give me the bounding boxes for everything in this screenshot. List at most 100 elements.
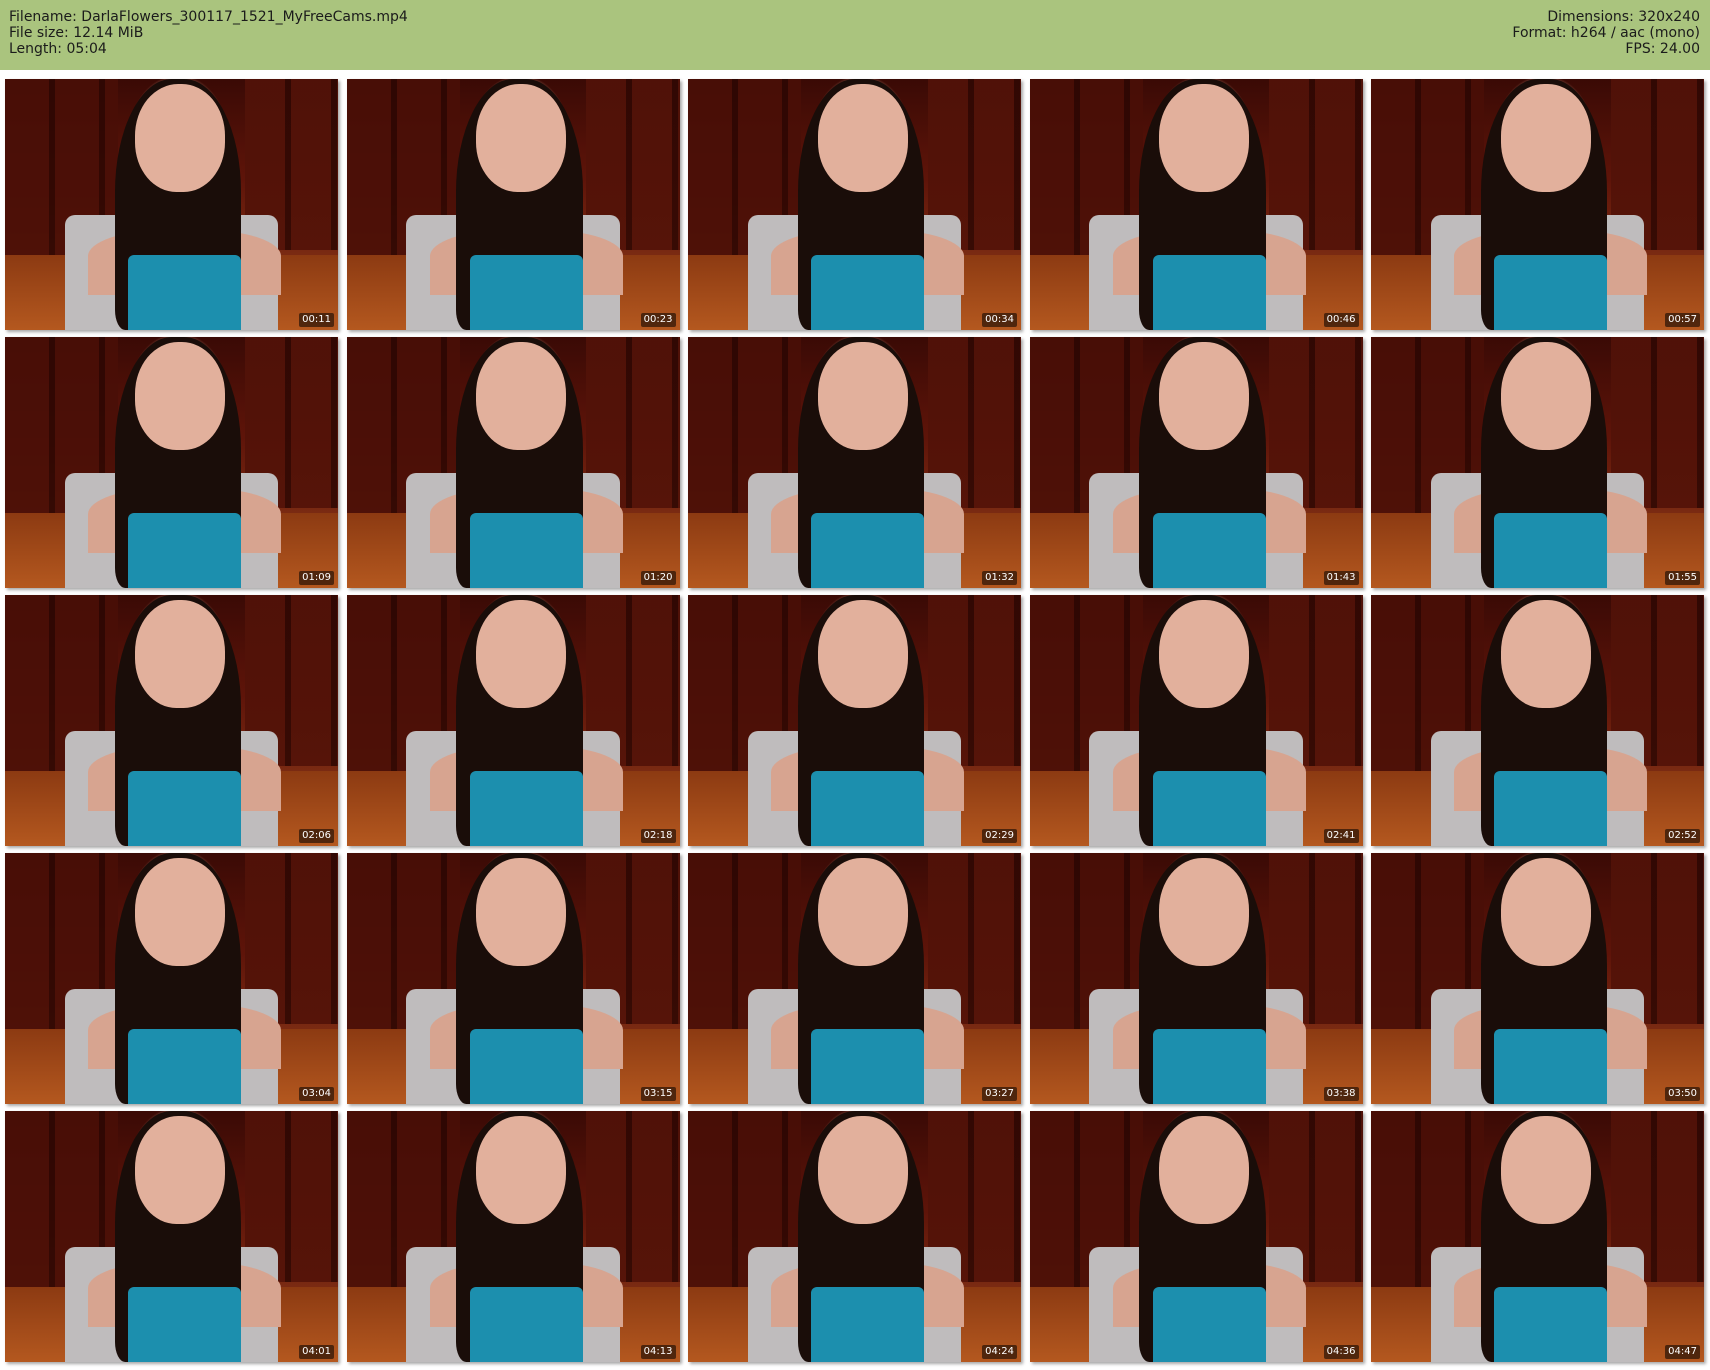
frame-top [469, 770, 583, 846]
timestamp-label: 02:06 [299, 829, 334, 843]
frame-face [1500, 1116, 1591, 1224]
video-frame-thumbnail[interactable]: 03:50 [1371, 853, 1704, 1104]
timestamp-label: 00:57 [1665, 313, 1700, 327]
frame-top [1152, 1028, 1266, 1104]
video-frame-thumbnail[interactable]: 00:57 [1371, 79, 1704, 330]
timestamp-label: 02:52 [1665, 829, 1700, 843]
frame-top [1494, 1028, 1608, 1104]
video-frame-thumbnail[interactable]: 03:04 [5, 853, 338, 1104]
video-frame-thumbnail[interactable]: 03:38 [1029, 853, 1363, 1104]
timestamp-label: 04:01 [299, 1345, 334, 1359]
video-frame-thumbnail[interactable]: 01:43 [1029, 337, 1363, 588]
timestamp-label: 03:38 [1323, 1087, 1359, 1101]
video-frame-thumbnail[interactable]: 00:34 [688, 79, 1021, 330]
timestamp-label: 01:20 [640, 571, 676, 585]
video-frame-thumbnail[interactable]: 00:46 [1029, 79, 1363, 330]
dimensions-label: Dimensions: 320x240 [1547, 9, 1700, 25]
timestamp-label: 00:23 [640, 313, 676, 327]
timestamp-label: 04:47 [1665, 1345, 1700, 1359]
frame-top [811, 254, 925, 330]
video-frame-thumbnail[interactable]: 00:11 [5, 79, 338, 330]
frame-top [1152, 254, 1266, 330]
timestamp-label: 02:29 [982, 829, 1017, 843]
frame-top [1152, 1286, 1266, 1362]
timestamp-label: 02:41 [1323, 829, 1359, 843]
frame-top [1494, 254, 1608, 330]
frame-face [817, 342, 908, 450]
video-frame-thumbnail[interactable]: 01:09 [5, 337, 338, 588]
frame-face [817, 858, 908, 966]
video-frame-thumbnail[interactable]: 04:47 [1371, 1111, 1704, 1362]
timestamp-label: 03:15 [640, 1087, 676, 1101]
frame-face [134, 84, 225, 192]
frame-top [469, 254, 583, 330]
length-label: Length: 05:04 [9, 41, 107, 57]
frame-top [469, 512, 583, 588]
file-size-label: File size: 12.14 MiB [9, 25, 144, 41]
frame-face [476, 342, 567, 450]
frame-top [811, 1286, 925, 1362]
video-frame-thumbnail[interactable]: 02:52 [1371, 595, 1704, 846]
frame-face [817, 600, 908, 708]
video-frame-thumbnail[interactable]: 04:13 [346, 1111, 680, 1362]
frame-top [128, 1028, 242, 1104]
frame-face [1500, 600, 1591, 708]
frame-face [476, 84, 567, 192]
video-frame-thumbnail[interactable]: 01:20 [346, 337, 680, 588]
frame-top [1494, 770, 1608, 846]
video-frame-thumbnail[interactable]: 01:55 [1371, 337, 1704, 588]
video-frame-thumbnail[interactable]: 00:23 [346, 79, 680, 330]
video-frame-thumbnail[interactable]: 04:36 [1029, 1111, 1363, 1362]
video-frame-thumbnail[interactable]: 03:15 [346, 853, 680, 1104]
info-header: Filename: DarlaFlowers_300117_1521_MyFre… [0, 0, 1710, 70]
frame-face [134, 858, 225, 966]
thumbnail-grid: 00:11 00:23 00:34 00:46 00:57 01:09 01:20 01:32… [5, 79, 1705, 1365]
timestamp-label: 01:32 [982, 571, 1017, 585]
video-frame-thumbnail[interactable]: 02:06 [5, 595, 338, 846]
video-frame-thumbnail[interactable]: 01:32 [688, 337, 1021, 588]
timestamp-label: 00:46 [1323, 313, 1359, 327]
frame-face [476, 600, 567, 708]
video-frame-thumbnail[interactable]: 04:24 [688, 1111, 1021, 1362]
frame-face [476, 858, 567, 966]
timestamp-label: 03:04 [299, 1087, 334, 1101]
video-frame-thumbnail[interactable]: 02:18 [346, 595, 680, 846]
frame-top [811, 512, 925, 588]
frame-face [1159, 84, 1250, 192]
frame-face [1159, 600, 1250, 708]
timestamp-label: 00:34 [982, 313, 1017, 327]
frame-top [469, 1028, 583, 1104]
timestamp-label: 04:13 [640, 1345, 676, 1359]
video-frame-thumbnail[interactable]: 04:01 [5, 1111, 338, 1362]
timestamp-label: 01:09 [299, 571, 334, 585]
timestamp-label: 04:36 [1323, 1345, 1359, 1359]
frame-face [134, 600, 225, 708]
timestamp-label: 00:11 [299, 313, 334, 327]
frame-top [1494, 512, 1608, 588]
frame-face [1159, 858, 1250, 966]
frame-top [128, 770, 242, 846]
frame-top [128, 512, 242, 588]
video-frame-thumbnail[interactable]: 02:41 [1029, 595, 1363, 846]
frame-top [469, 1286, 583, 1362]
frame-face [817, 84, 908, 192]
frame-face [1159, 1116, 1250, 1224]
frame-top [811, 1028, 925, 1104]
video-frame-thumbnail[interactable]: 02:29 [688, 595, 1021, 846]
video-info: Dimensions: 320x240 Format: h264 / aac (… [1512, 9, 1700, 57]
format-label: Format: h264 / aac (mono) [1512, 25, 1700, 41]
frame-face [476, 1116, 567, 1224]
frame-face [134, 1116, 225, 1224]
frame-top [1494, 1286, 1608, 1362]
frame-top [811, 770, 925, 846]
frame-face [1500, 858, 1591, 966]
timestamp-label: 01:55 [1665, 571, 1700, 585]
video-frame-thumbnail[interactable]: 03:27 [688, 853, 1021, 1104]
timestamp-label: 03:27 [982, 1087, 1017, 1101]
frame-top [1152, 770, 1266, 846]
frame-top [1152, 512, 1266, 588]
fps-label: FPS: 24.00 [1625, 41, 1700, 57]
frame-top [128, 1286, 242, 1362]
filename-label: Filename: DarlaFlowers_300117_1521_MyFre… [9, 9, 408, 25]
frame-face [134, 342, 225, 450]
